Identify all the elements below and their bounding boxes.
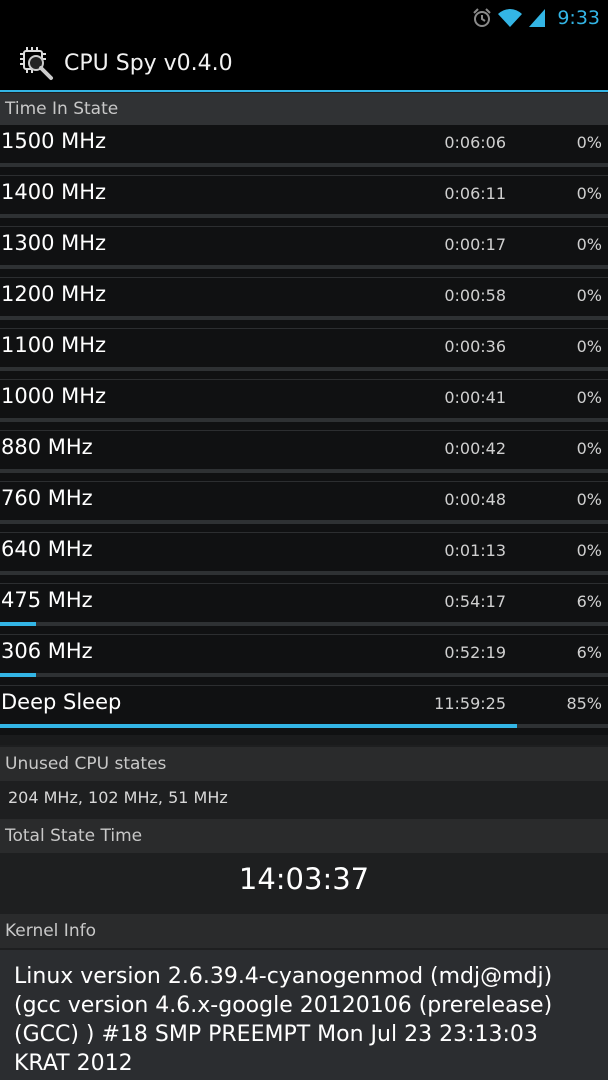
state-frequency: 760 MHz [1,486,93,510]
status-bar: 9:33 [0,0,608,36]
kernel-info-header: Kernel Info [0,914,608,948]
action-bar: CPU Spy v0.4.0 [0,36,608,92]
state-row: 760 MHz 0:00:48 0% [0,481,608,532]
state-frequency: 1300 MHz [1,231,107,255]
state-progress-bar [0,673,608,677]
state-frequency: 880 MHz [1,435,93,459]
state-progress-bar [0,622,608,626]
state-progress-bar [0,265,608,269]
state-frequency: 1200 MHz [1,282,107,306]
state-row: 1200 MHz 0:00:58 0% [0,277,608,328]
state-percent: 6% [576,643,602,662]
unused-states-value: 204 MHz, 102 MHz, 51 MHz [8,788,228,807]
state-frequency: 1100 MHz [1,333,107,357]
state-list: 1500 MHz 0:06:06 0% 1400 MHz 0:06:11 0% 1300 M… [0,125,608,736]
clock: 9:33 [557,7,600,29]
state-duration: 0:54:17 [444,592,506,611]
state-duration: 0:06:06 [444,133,506,152]
state-row: Deep Sleep 11:59:25 85% [0,685,608,736]
state-frequency: 640 MHz [1,537,93,561]
state-progress-bar [0,316,608,320]
state-percent: 0% [576,184,602,203]
app-title: CPU Spy v0.4.0 [64,50,233,76]
state-row: 880 MHz 0:00:42 0% [0,430,608,481]
state-percent: 0% [576,235,602,254]
total-state-time-header: Total State Time [0,819,608,853]
total-state-time-value: 14:03:37 [238,862,370,896]
state-duration: 0:06:11 [444,184,506,203]
state-duration: 0:00:58 [444,286,506,305]
divider [0,735,608,745]
state-frequency: 1000 MHz [1,384,107,408]
state-duration: 0:00:42 [444,439,506,458]
state-progress-fill [0,724,517,728]
state-row: 640 MHz 0:01:13 0% [0,532,608,583]
time-in-state-header: Time In State [0,93,608,125]
state-frequency: Deep Sleep [1,690,122,714]
state-progress-fill [0,622,37,626]
state-percent: 6% [576,592,602,611]
state-row: 1100 MHz 0:00:36 0% [0,328,608,379]
state-duration: 0:01:13 [444,541,506,560]
state-duration: 0:00:36 [444,337,506,356]
state-progress-fill [0,673,37,677]
state-percent: 0% [576,286,602,305]
state-duration: 0:00:17 [444,235,506,254]
state-row: 1000 MHz 0:00:41 0% [0,379,608,430]
state-duration: 0:00:41 [444,388,506,407]
state-row: 1500 MHz 0:06:06 0% [0,125,608,175]
state-progress-bar [0,214,608,218]
kernel-info-text: Linux version 2.6.39.4-cyanogenmod (mdj@… [0,950,608,1080]
unused-states-header: Unused CPU states [0,747,608,781]
state-progress-bar [0,724,608,728]
state-percent: 0% [576,133,602,152]
state-percent: 0% [576,541,602,560]
state-frequency: 475 MHz [1,588,93,612]
state-progress-bar [0,418,608,422]
wifi-icon [498,9,523,27]
state-percent: 0% [576,439,602,458]
state-frequency: 1400 MHz [1,180,107,204]
state-duration: 0:52:19 [444,643,506,662]
state-progress-bar [0,367,608,371]
state-percent: 0% [576,490,602,509]
status-icons: 9:33 [471,0,600,36]
state-row: 306 MHz 0:52:19 6% [0,634,608,685]
state-percent: 0% [576,337,602,356]
state-row: 1300 MHz 0:00:17 0% [0,226,608,277]
state-row: 475 MHz 0:54:17 6% [0,583,608,634]
state-frequency: 306 MHz [1,639,93,663]
alarm-icon [473,8,492,27]
state-row: 1400 MHz 0:06:11 0% [0,175,608,226]
cpu-magnifier-icon[interactable] [16,43,56,83]
state-duration: 0:00:48 [444,490,506,509]
state-duration: 11:59:25 [434,694,506,713]
state-progress-bar [0,163,608,167]
state-progress-bar [0,571,608,575]
state-progress-bar [0,520,608,524]
state-percent: 0% [576,388,602,407]
state-frequency: 1500 MHz [1,129,107,153]
state-progress-bar [0,469,608,473]
signal-icon [529,9,546,27]
state-percent: 85% [566,694,602,713]
